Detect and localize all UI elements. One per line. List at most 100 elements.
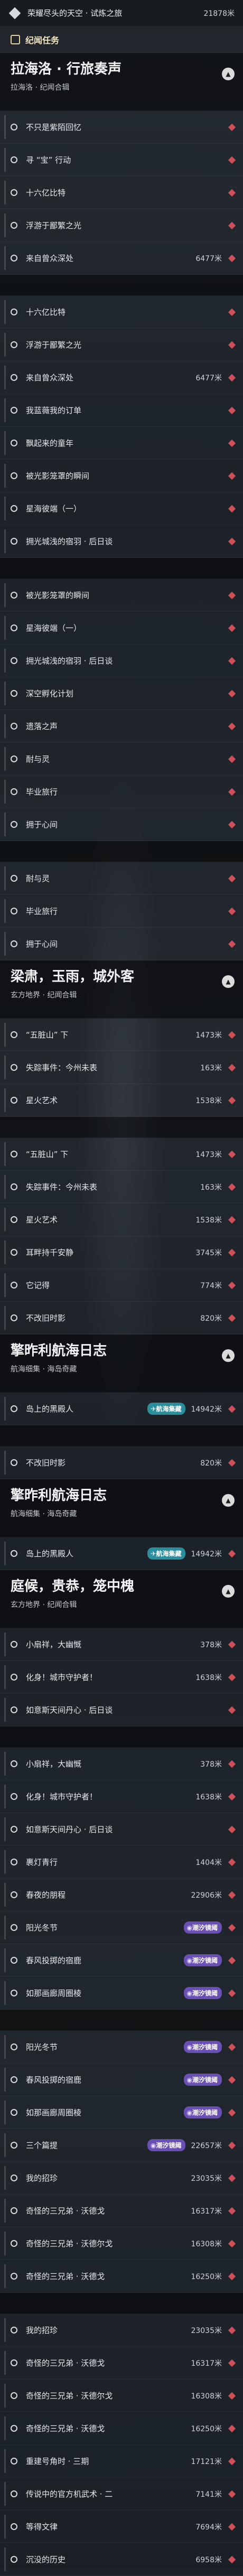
waypoint-marker-icon[interactable]: [228, 1989, 236, 1997]
quest-item[interactable]: 小扇祥，大幽慨 378米: [0, 1748, 243, 1780]
quest-item[interactable]: 被光影笼罩的瞬间: [0, 460, 243, 492]
quest-item[interactable]: 星火艺术 1538米: [0, 1084, 243, 1117]
waypoint-marker-icon[interactable]: [228, 505, 236, 512]
quest-group-header[interactable]: 梁肃，玉雨，城外客 玄方地界 · 纪闻合辑 ▲: [0, 960, 243, 1019]
waypoint-marker-icon[interactable]: [228, 123, 236, 131]
quest-item[interactable]: 它记得 774米: [0, 1269, 243, 1302]
waypoint-marker-icon[interactable]: [228, 722, 236, 730]
quest-item[interactable]: 我的招珍 23035米: [0, 2162, 243, 2195]
waypoint-marker-icon[interactable]: [228, 1063, 236, 1071]
quest-item[interactable]: 耐与灵: [0, 862, 243, 895]
waypoint-marker-icon[interactable]: [228, 1096, 236, 1104]
quest-item[interactable]: 奇怪的三兄弟 · 沃德戈 16317米: [0, 2195, 243, 2227]
collapse-icon[interactable]: ▲: [222, 1585, 235, 1598]
quest-item[interactable]: 毕业旅行: [0, 895, 243, 928]
waypoint-marker-icon[interactable]: [228, 2555, 236, 2563]
waypoint-marker-icon[interactable]: [228, 2043, 236, 2051]
quest-item[interactable]: 奇怪的三兄弟 · 沃德尔戈 16308米: [0, 2227, 243, 2260]
quest-item[interactable]: 三个篇提 潮汐镜阈 22657米: [0, 2129, 243, 2162]
quest-item[interactable]: 春风投掷的宿鹿 潮汐镜阈: [0, 1944, 243, 1977]
quest-item[interactable]: 失踪事件：今州未表 163米: [0, 1051, 243, 1084]
quest-item[interactable]: 重建号角时 · 三期 17121米: [0, 2445, 243, 2478]
quest-item[interactable]: 奇怪的三兄弟 · 沃德戈 16250米: [0, 2412, 243, 2445]
quest-item[interactable]: 我的招珍 23035米: [0, 2314, 243, 2347]
quest-item[interactable]: 如那画廊周圈棱 潮汐镜阈: [0, 1977, 243, 2010]
waypoint-marker-icon[interactable]: [228, 940, 236, 948]
quest-item[interactable]: 星海彼端（一）: [0, 612, 243, 645]
waypoint-marker-icon[interactable]: [228, 1793, 236, 1800]
waypoint-marker-icon[interactable]: [228, 907, 236, 915]
waypoint-marker-icon[interactable]: [228, 1314, 236, 1322]
quest-item[interactable]: 来自曾众深处 6477米: [0, 242, 243, 275]
waypoint-marker-icon[interactable]: [228, 1031, 236, 1039]
waypoint-marker-icon[interactable]: [228, 2424, 236, 2432]
waypoint-marker-icon[interactable]: [228, 2326, 236, 2334]
quest-item[interactable]: 十六亿比特: [0, 296, 243, 329]
quest-item[interactable]: 不只是紫陌回忆: [0, 111, 243, 144]
collapse-icon[interactable]: ▲: [222, 68, 235, 80]
waypoint-marker-icon[interactable]: [228, 2523, 236, 2531]
waypoint-marker-icon[interactable]: [228, 1281, 236, 1289]
quest-item[interactable]: “五脏山” 下 1473米: [0, 1019, 243, 1051]
waypoint-marker-icon[interactable]: [228, 2457, 236, 2465]
tab-lore-quests[interactable]: 纪闻任务: [0, 26, 243, 53]
quest-item[interactable]: 如那画廊周圈棱 潮汐镜阈: [0, 2096, 243, 2129]
quest-item[interactable]: 奇怪的三兄弟 · 沃德尔戈 16308米: [0, 2379, 243, 2412]
waypoint-marker-icon[interactable]: [228, 788, 236, 796]
waypoint-marker-icon[interactable]: [228, 2174, 236, 2182]
quest-item[interactable]: 星火艺术 1538米: [0, 1203, 243, 1236]
waypoint-marker-icon[interactable]: [228, 189, 236, 197]
waypoint-marker-icon[interactable]: [228, 1550, 236, 1557]
waypoint-marker-icon[interactable]: [228, 374, 236, 381]
waypoint-marker-icon[interactable]: [228, 2490, 236, 2498]
waypoint-marker-icon[interactable]: [228, 1956, 236, 1964]
waypoint-marker-icon[interactable]: [228, 2359, 236, 2367]
quest-item[interactable]: 裹灯青行 1404米: [0, 1846, 243, 1879]
collapse-icon[interactable]: ▲: [222, 1494, 235, 1507]
tracked-quest-bar[interactable]: 荣耀尽头的天空 · 试炼之旅 21878米: [0, 0, 243, 26]
waypoint-marker-icon[interactable]: [228, 2108, 236, 2116]
quest-group-header[interactable]: 拉海洛 · 行旅奏声 拉海洛 · 纪闻合辑 ▲: [0, 53, 243, 111]
quest-item[interactable]: 不改旧时影 820米: [0, 1302, 243, 1334]
waypoint-marker-icon[interactable]: [228, 1673, 236, 1681]
quest-item[interactable]: 拥于心间: [0, 928, 243, 960]
waypoint-marker-icon[interactable]: [228, 1216, 236, 1224]
waypoint-marker-icon[interactable]: [228, 308, 236, 316]
waypoint-marker-icon[interactable]: [228, 1760, 236, 1768]
quest-item[interactable]: 岛上的黑殿人 航海集藏 14942米: [0, 1537, 243, 1570]
quest-item[interactable]: 奇怪的三兄弟 · 沃德戈 16317米: [0, 2347, 243, 2379]
waypoint-marker-icon[interactable]: [228, 1248, 236, 1256]
quest-item[interactable]: 浮游于鄙繁之光: [0, 209, 243, 242]
waypoint-marker-icon[interactable]: [228, 657, 236, 665]
waypoint-marker-icon[interactable]: [228, 472, 236, 480]
quest-item[interactable]: 飘起来的童年: [0, 427, 243, 460]
quest-item[interactable]: 如意斯天间丹心 · 后日谈: [0, 1694, 243, 1726]
quest-item[interactable]: 浮游于鄙繁之光: [0, 329, 243, 361]
collapse-icon[interactable]: ▲: [222, 1349, 235, 1362]
waypoint-marker-icon[interactable]: [228, 820, 236, 828]
quest-item[interactable]: 沉没的历史 6958米: [0, 2543, 243, 2576]
waypoint-marker-icon[interactable]: [228, 537, 236, 545]
waypoint-marker-icon[interactable]: [228, 156, 236, 164]
waypoint-marker-icon[interactable]: [228, 1405, 236, 1413]
waypoint-marker-icon[interactable]: [228, 1640, 236, 1648]
quest-item[interactable]: 等得文律 7694米: [0, 2510, 243, 2543]
waypoint-marker-icon[interactable]: [228, 221, 236, 229]
quest-item[interactable]: 化身！城市守护者！ 1638米: [0, 1780, 243, 1813]
quest-item[interactable]: 春夜的朋程 22906米: [0, 1879, 243, 1911]
waypoint-marker-icon[interactable]: [228, 2076, 236, 2084]
waypoint-marker-icon[interactable]: [228, 1924, 236, 1931]
quest-item[interactable]: 我蓝薇我的订单: [0, 394, 243, 427]
quest-item[interactable]: 来自曾众深处 6477米: [0, 361, 243, 394]
quest-item[interactable]: 被光影笼罩的瞬间: [0, 579, 243, 612]
quest-item[interactable]: 拥于心间: [0, 808, 243, 841]
quest-item[interactable]: “五脏山” 下 1473米: [0, 1138, 243, 1171]
quest-item[interactable]: 遗落之声: [0, 710, 243, 743]
quest-item[interactable]: 春风投掷的宿鹿 潮汐镜阈: [0, 2064, 243, 2096]
waypoint-marker-icon[interactable]: [228, 439, 236, 447]
quest-item[interactable]: 十六亿比特: [0, 176, 243, 209]
quest-item[interactable]: 奇怪的三兄弟 · 沃德戈 16250米: [0, 2260, 243, 2293]
waypoint-marker-icon[interactable]: [228, 1183, 236, 1191]
quest-item[interactable]: 耳畔持千安静 3745米: [0, 1236, 243, 1269]
quest-item[interactable]: 传说中的官方机武术 · 二 7141米: [0, 2478, 243, 2510]
